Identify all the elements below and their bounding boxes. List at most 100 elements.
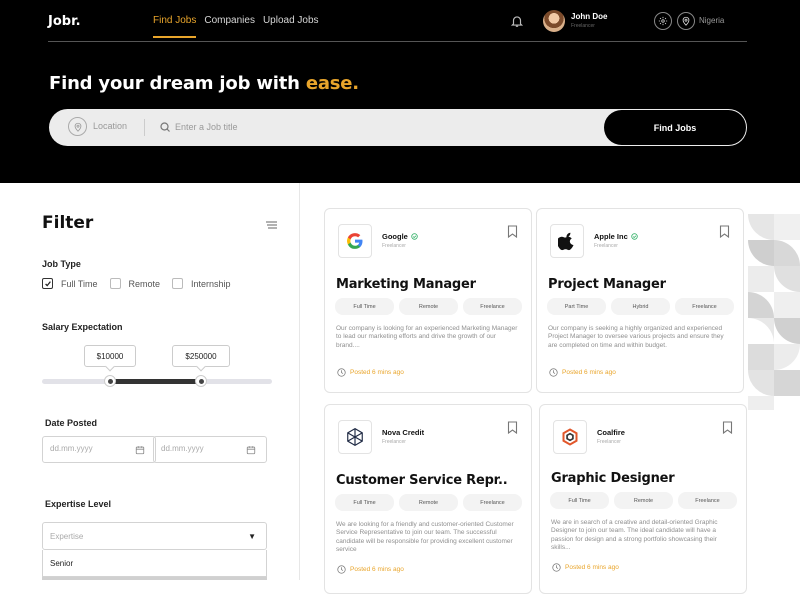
settings-button[interactable] (654, 12, 672, 30)
company-name: Coalfire (597, 428, 625, 437)
country-label: Nigeria (699, 16, 725, 25)
company-type: Freelancer (382, 439, 406, 445)
job-tags: Part Time Hybrid Freelance (547, 298, 734, 315)
bookmark-icon[interactable] (722, 421, 733, 434)
salary-slider-range (110, 379, 201, 384)
bookmark-icon[interactable] (507, 225, 518, 238)
checkbox-full-time[interactable]: Full Time (42, 278, 98, 289)
job-tag: Part Time (547, 298, 606, 315)
expertise-option-senior[interactable]: Senior (42, 550, 267, 577)
map-pin-icon (682, 16, 690, 26)
job-type-label: Job Type (42, 259, 81, 269)
checkbox-box[interactable] (172, 278, 184, 289)
posted-time: Posted 6 mins ago (337, 368, 404, 377)
checkbox-internship[interactable]: Internship (172, 278, 231, 289)
clock-icon (337, 565, 346, 574)
company-type: Freelancer (597, 439, 621, 445)
calendar-icon[interactable] (135, 445, 145, 455)
posted-time: Posted 6 mins ago (337, 565, 404, 574)
caret-down-icon: ▼ (248, 532, 256, 541)
search-separator (144, 119, 145, 136)
page-headline: Find your dream job with ease. (49, 73, 359, 94)
posted-time: Posted 6 mins ago (552, 563, 619, 572)
salary-max-tooltip: $250000 (172, 345, 230, 372)
job-tags: Full Time Remote Freelance (550, 492, 737, 509)
job-title[interactable]: Customer Service Repr.. (336, 473, 508, 488)
expertise-label: Expertise Level (45, 499, 112, 509)
job-tag: Full Time (550, 492, 609, 509)
location-pin-icon (68, 117, 87, 136)
company-type: Freelancer (382, 243, 406, 249)
company-type: Freelancer (594, 243, 618, 249)
date-from-field[interactable] (42, 436, 156, 463)
filter-lines-icon[interactable] (265, 221, 278, 229)
company-name: Google (382, 232, 418, 241)
job-description: We are looking for a friendly and custom… (336, 521, 514, 554)
job-tag: Full Time (335, 298, 394, 315)
job-tag: Full Time (335, 494, 394, 511)
posted-time: Posted 6 mins ago (549, 368, 616, 377)
salary-min-tooltip: $10000 (84, 345, 136, 372)
checkbox-box[interactable] (42, 278, 53, 289)
brand-logo[interactable]: Jobr. (48, 14, 81, 29)
clock-icon (552, 563, 561, 572)
bookmark-icon[interactable] (719, 225, 730, 238)
nav-find-jobs[interactable]: Find Jobs (153, 15, 197, 38)
job-description: We are in search of a creative and detai… (551, 519, 718, 552)
avatar[interactable] (543, 10, 565, 32)
job-tags: Full Time Remote Freelance (335, 494, 522, 511)
bell-icon[interactable] (510, 14, 524, 28)
nav-divider (48, 41, 747, 42)
job-title[interactable]: Marketing Manager (336, 277, 476, 292)
job-tag: Freelance (463, 494, 522, 511)
check-icon (44, 280, 51, 287)
date-to-field[interactable] (153, 436, 267, 463)
job-card[interactable]: Apple Inc Freelancer Project Manager Par… (536, 208, 744, 393)
salary-max-handle[interactable] (195, 375, 207, 387)
location-field[interactable]: Location (93, 121, 127, 131)
find-jobs-button[interactable]: Find Jobs (604, 110, 746, 145)
google-logo-icon (338, 224, 372, 258)
job-type-options: Full Time Remote Internship (42, 278, 243, 289)
job-tag: Freelance (678, 492, 737, 509)
date-posted-label: Date Posted (45, 418, 98, 428)
checkbox-remote[interactable]: Remote (109, 278, 160, 289)
company-name: Nova Credit (382, 428, 425, 437)
job-title[interactable]: Graphic Designer (551, 471, 675, 486)
hero-section: Jobr. Find Jobs Companies Upload Jobs Jo… (0, 0, 800, 183)
salary-label: Salary Expectation (42, 322, 123, 332)
user-role: Freelancer (571, 23, 595, 29)
checkbox-box[interactable] (109, 278, 121, 289)
bookmark-icon[interactable] (507, 421, 518, 434)
date-from-input[interactable] (50, 444, 130, 453)
location-button[interactable] (677, 12, 695, 30)
coalfire-logo-icon (553, 420, 587, 454)
date-to-input[interactable] (161, 444, 241, 453)
job-tag: Hybrid (611, 298, 670, 315)
job-description: Our company is seeking a highly organize… (548, 325, 724, 349)
verified-icon (631, 233, 638, 240)
apple-logo-icon (550, 224, 584, 258)
nav-upload-jobs[interactable]: Upload Jobs (263, 15, 319, 38)
job-card[interactable]: Nova Credit Freelancer Customer Service … (324, 404, 532, 594)
job-tags: Full Time Remote Freelance (335, 298, 522, 315)
job-title-input[interactable] (175, 117, 475, 137)
job-tag: Freelance (675, 298, 734, 315)
job-description: Our company is looking for an experience… (336, 325, 518, 349)
job-title[interactable]: Project Manager (548, 277, 666, 292)
expertise-select[interactable]: Expertise ▼ (42, 522, 267, 550)
job-card[interactable]: Coalfire Freelancer Graphic Designer Ful… (539, 404, 747, 594)
panel-divider (299, 183, 300, 580)
job-tag: Remote (614, 492, 673, 509)
job-tag: Freelance (463, 298, 522, 315)
verified-icon (411, 233, 418, 240)
nav-companies[interactable]: Companies (204, 15, 255, 38)
salary-min-handle[interactable] (104, 375, 116, 387)
calendar-icon[interactable] (246, 445, 256, 455)
salary-slider-track[interactable] (42, 379, 272, 384)
decorative-pattern (748, 214, 800, 410)
job-tag: Remote (399, 298, 458, 315)
job-card[interactable]: Google Freelancer Marketing Manager Full… (324, 208, 532, 393)
gear-icon (658, 16, 668, 26)
clock-icon (337, 368, 346, 377)
